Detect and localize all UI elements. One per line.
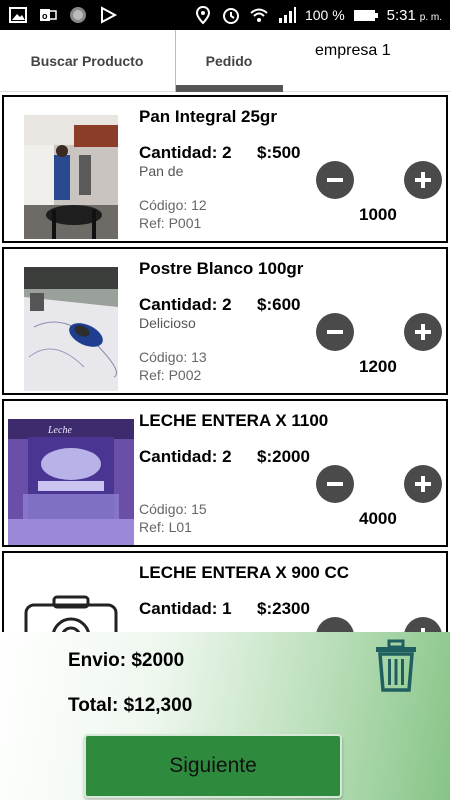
product-quantity: Cantidad: 2	[139, 447, 232, 466]
product-name: LECHE ENTERA X 900 CC	[139, 563, 350, 582]
next-button[interactable]: Siguiente	[84, 734, 342, 798]
gallery-icon	[9, 7, 27, 23]
product-code: Código: 13	[139, 349, 207, 365]
product-code: Código: 12	[139, 197, 207, 213]
alarm-icon	[222, 8, 239, 24]
decrease-quantity-button[interactable]	[316, 465, 354, 503]
tab-pedido-label: Pedido	[205, 53, 253, 69]
order-item-card[interactable]: LECHE ENTERA X 900 CC Cantidad: 1 $:2300	[2, 551, 448, 632]
sync-icon	[70, 7, 86, 23]
signal-icon	[278, 7, 296, 23]
product-price: $:600	[257, 295, 301, 314]
order-summary-panel: Envio: $2000 Total: $12,300 Siguiente	[0, 632, 450, 800]
product-image	[24, 267, 118, 391]
product-price: $:2300	[257, 599, 310, 618]
plus-icon	[415, 476, 431, 492]
trash-icon	[376, 639, 416, 692]
increase-quantity-button[interactable]	[404, 313, 442, 351]
decrease-quantity-button[interactable]	[316, 617, 354, 632]
plus-icon	[415, 324, 431, 340]
item-subtotal: 4000	[359, 509, 397, 528]
status-right-icons: 100 % 5:31 p. m.	[193, 5, 442, 25]
increase-quantity-button[interactable]	[404, 617, 442, 632]
battery-percent: 100 %	[304, 7, 345, 23]
active-tab-indicator	[176, 85, 283, 92]
svg-text:Leche: Leche	[47, 425, 72, 436]
increase-quantity-button[interactable]	[404, 161, 442, 199]
location-icon	[195, 5, 210, 25]
desk-mouse-photo	[24, 267, 118, 391]
product-name: Pan Integral 25gr	[139, 107, 277, 126]
milk-carton-photo: Leche	[8, 419, 134, 545]
order-item-card[interactable]: Postre Blanco 100gr Cantidad: 2 $:600 De…	[2, 247, 448, 395]
wifi-icon	[250, 8, 268, 22]
product-quantity: Cantidad: 2	[139, 295, 232, 314]
product-image: Leche	[8, 419, 134, 545]
product-name: LECHE ENTERA X 1100	[139, 411, 329, 430]
status-bar: o 100 % 5:31 p. m.	[0, 0, 450, 30]
tab-bar: Buscar Producto Pedido empresa 1	[0, 30, 450, 92]
play-store-icon	[101, 6, 118, 24]
battery-icon	[353, 10, 378, 21]
minus-icon	[327, 482, 343, 486]
product-price: $:500	[257, 143, 301, 162]
product-ref: Ref: P002	[139, 367, 202, 383]
camera-placeholder-icon	[24, 571, 118, 632]
decrease-quantity-button[interactable]	[316, 313, 354, 351]
product-quantity: Cantidad: 1	[139, 599, 232, 618]
product-image	[24, 115, 118, 239]
minus-icon	[327, 178, 343, 182]
tab-pedido[interactable]: Pedido	[175, 30, 283, 92]
decrease-quantity-button[interactable]	[316, 161, 354, 199]
kitchen-photo	[24, 115, 118, 239]
clock: 5:31 p. m.	[387, 7, 442, 24]
product-description: Pan de	[139, 163, 184, 179]
order-list[interactable]: Pan Integral 25gr Cantidad: 2 $:500 Pan …	[0, 92, 450, 632]
company-name: empresa 1	[315, 42, 391, 59]
plus-icon	[415, 172, 431, 188]
item-subtotal: 1000	[359, 205, 397, 224]
item-subtotal: 1200	[359, 357, 397, 376]
product-price: $:2000	[257, 447, 310, 466]
product-name: Postre Blanco 100gr	[139, 259, 304, 278]
status-left-icons: o	[8, 5, 118, 25]
clock-time: 5:31	[386, 6, 416, 24]
order-item-card[interactable]: Pan Integral 25gr Cantidad: 2 $:500 Pan …	[2, 95, 448, 243]
increase-quantity-button[interactable]	[404, 465, 442, 503]
delete-order-button[interactable]	[373, 639, 419, 693]
shipping-cost: Envio: $2000	[68, 650, 185, 671]
product-ref: Ref: P001	[139, 215, 202, 231]
product-image	[24, 571, 118, 632]
order-total: Total: $12,300	[68, 695, 193, 716]
minus-icon	[327, 330, 343, 334]
product-quantity: Cantidad: 2	[139, 143, 232, 162]
svg-text:o: o	[42, 11, 48, 21]
product-description: Delicioso	[139, 315, 196, 331]
order-item-card[interactable]: Leche LECHE ENTERA X 1100 Cantidad: 2 $:…	[2, 399, 448, 547]
product-ref: Ref: L01	[139, 519, 192, 535]
clock-ampm: p. m.	[419, 11, 442, 23]
outlook-icon: o	[40, 9, 57, 21]
product-code: Código: 15	[139, 501, 207, 517]
tab-buscar-producto[interactable]: Buscar Producto	[0, 30, 174, 92]
